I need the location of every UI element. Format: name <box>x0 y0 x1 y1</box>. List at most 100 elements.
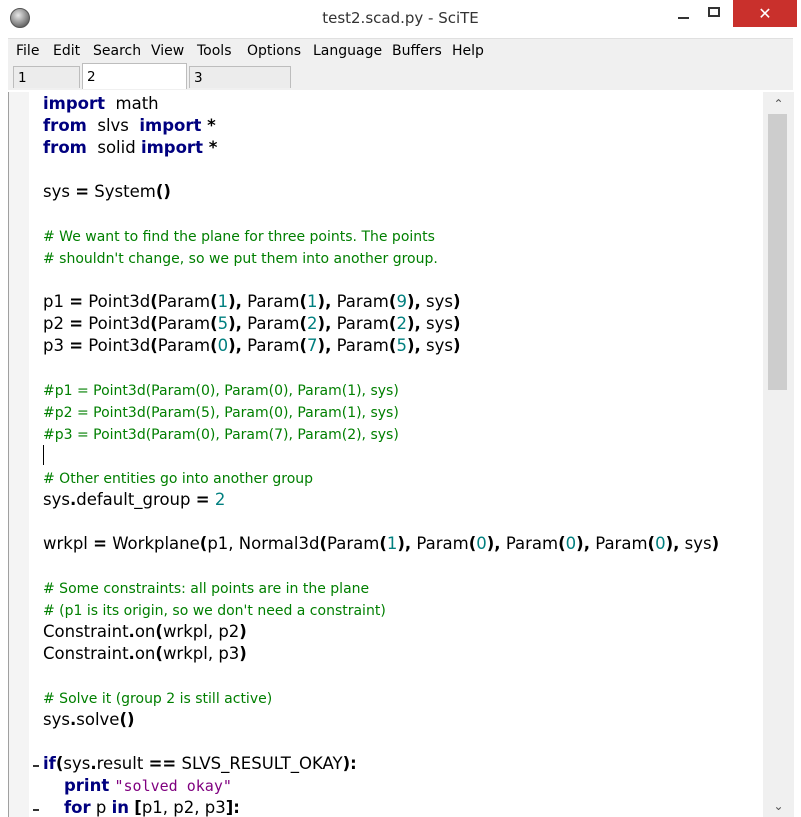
code-token: p1, p2, p3 <box>141 798 226 817</box>
menu-view[interactable]: View <box>151 43 184 59</box>
menu-file[interactable]: File <box>16 43 39 59</box>
code-line[interactable]: #p2 = Point3d(Param(5), Param(0), Param(… <box>43 401 763 423</box>
code-token: ( <box>379 534 387 553</box>
code-line[interactable]: Constraint.on(wrkpl, p2) <box>43 621 763 643</box>
code-line[interactable]: # Some constraints: all points are in th… <box>43 577 763 599</box>
menu-language[interactable]: Language <box>313 43 382 59</box>
code-token: on <box>134 644 156 663</box>
code-token: 1 <box>307 292 318 311</box>
menu-edit[interactable]: Edit <box>53 43 80 59</box>
close-button[interactable]: ✕ <box>733 0 797 27</box>
code-token: 1 <box>386 534 398 553</box>
code-line[interactable]: sys.solve() <box>43 709 763 731</box>
menu-options[interactable]: Options <box>247 43 301 59</box>
code-token: # Other entities go into another group <box>43 471 314 487</box>
code-line[interactable]: # We want to find the plane for three po… <box>43 225 763 247</box>
code-token: Param <box>241 336 300 355</box>
code-line[interactable]: wrkpl = Workplane(p1, Normal3d(Param(1),… <box>43 533 763 555</box>
tab-test3-scad-py[interactable]: 3 test3.scad.py <box>189 66 291 108</box>
scroll-down-arrow[interactable]: ⌄ <box>771 800 786 812</box>
code-token: wrkpl <box>43 534 94 553</box>
code-line[interactable]: from slvs import * <box>43 115 763 137</box>
code-token: ), <box>228 314 242 333</box>
code-line[interactable]: # shouldn't change, so we put them into … <box>43 247 763 269</box>
fold-marker-for[interactable] <box>33 809 39 811</box>
code-token: Constraint <box>43 644 129 663</box>
code-line[interactable]: from solid import * <box>43 137 763 159</box>
code-text[interactable]: import math from slvs import * from solid … <box>43 93 763 817</box>
code-line[interactable]: import math <box>43 93 763 115</box>
code-token: ( <box>155 644 163 663</box>
code-line[interactable]: #p1 = Point3d(Param(0), Param(0), Param(… <box>43 379 763 401</box>
code-token: print <box>63 776 110 795</box>
code-token: sys <box>63 754 91 773</box>
code-token: from <box>43 138 87 157</box>
code-token: sys <box>420 336 453 355</box>
scroll-up-arrow[interactable]: ⌃ <box>771 98 786 110</box>
vertical-scrollbar[interactable]: ⌃ ⌄ <box>763 92 794 817</box>
code-token: System <box>89 182 156 201</box>
code-token: ( <box>299 314 308 333</box>
code-token: ), <box>665 534 680 553</box>
code-token: Param <box>411 534 469 553</box>
code-token: ( <box>299 336 308 355</box>
code-token: ) <box>239 644 247 663</box>
code-line[interactable] <box>43 555 763 577</box>
code-token: 0 <box>655 534 666 553</box>
code-line[interactable]: Constraint.on(wrkpl, p3) <box>43 643 763 665</box>
code-token: Param <box>331 336 389 355</box>
code-line[interactable]: p3 = Point3d(Param(0), Param(7), Param(5… <box>43 335 763 357</box>
code-line[interactable]: print "solved okay" <box>43 775 763 797</box>
maximize-button[interactable] <box>698 0 732 27</box>
scroll-thumb[interactable] <box>768 114 787 390</box>
code-line[interactable]: sys = System() <box>43 181 763 203</box>
code-line[interactable]: if(sys.result == SLVS_RESULT_OKAY): <box>43 753 763 775</box>
code-token: import <box>139 116 202 135</box>
code-line[interactable] <box>43 731 763 753</box>
code-line[interactable]: p2 = Point3d(Param(5), Param(2), Param(2… <box>43 313 763 335</box>
tab-test2-scad-py[interactable]: 2 test2.scad.py <box>82 63 187 111</box>
menu-buffers[interactable]: Buffers <box>392 43 442 59</box>
menu-help[interactable]: Help <box>452 43 484 59</box>
code-token: #p1 = Point3d(Param(0), Param(0), Param(… <box>43 383 399 399</box>
code-token: #p2 = Point3d(Param(5), Param(0), Param(… <box>43 405 399 421</box>
code-token: () <box>155 182 171 201</box>
tab-test-py[interactable]: 1 test.py <box>13 66 80 108</box>
code-token: = <box>75 182 90 201</box>
code-token: wrkpl, p3 <box>162 644 240 663</box>
code-line[interactable]: # Other entities go into another group <box>43 467 763 489</box>
code-editor[interactable]: import math from slvs import * from solid … <box>8 92 794 817</box>
code-line[interactable]: # (p1 is its origin, so we don't need a … <box>43 599 763 621</box>
code-line[interactable] <box>43 269 763 291</box>
code-token: ( <box>210 314 218 333</box>
code-token: * <box>201 116 216 135</box>
code-line[interactable] <box>43 665 763 687</box>
code-line[interactable]: #p3 = Point3d(Param(0), Param(7), Param(… <box>43 423 763 445</box>
code-token: if <box>43 754 56 773</box>
code-token: Constraint <box>43 622 129 641</box>
fold-margin[interactable] <box>29 92 43 817</box>
line-margin[interactable] <box>9 92 29 817</box>
code-line[interactable]: sys.default_group = 2 <box>43 489 763 511</box>
code-line[interactable]: p1 = Point3d(Param(1), Param(1), Param(9… <box>43 291 763 313</box>
code-token: 1 <box>217 292 229 311</box>
code-line[interactable] <box>43 159 763 181</box>
code-line[interactable] <box>43 445 763 467</box>
code-token: solid <box>86 138 141 157</box>
title-bar: test2.scad.py - SciTE ✕ <box>0 0 801 36</box>
code-token: p3 <box>43 336 70 355</box>
code-token: sys <box>679 534 712 553</box>
code-line[interactable]: # Solve it (group 2 is still active) <box>43 687 763 709</box>
code-token: == <box>148 754 177 773</box>
fold-marker-if[interactable] <box>33 765 39 767</box>
menu-search[interactable]: Search <box>93 43 141 59</box>
code-line[interactable] <box>43 511 763 533</box>
code-token: * <box>202 138 218 157</box>
menu-tools[interactable]: Tools <box>197 43 232 59</box>
code-token: p1 <box>43 292 70 311</box>
code-line[interactable]: for p in [p1, p2, p3]: <box>43 797 763 817</box>
code-line[interactable] <box>43 357 763 379</box>
text-caret <box>43 445 44 465</box>
code-token: ( <box>210 292 218 311</box>
code-line[interactable] <box>43 203 763 225</box>
